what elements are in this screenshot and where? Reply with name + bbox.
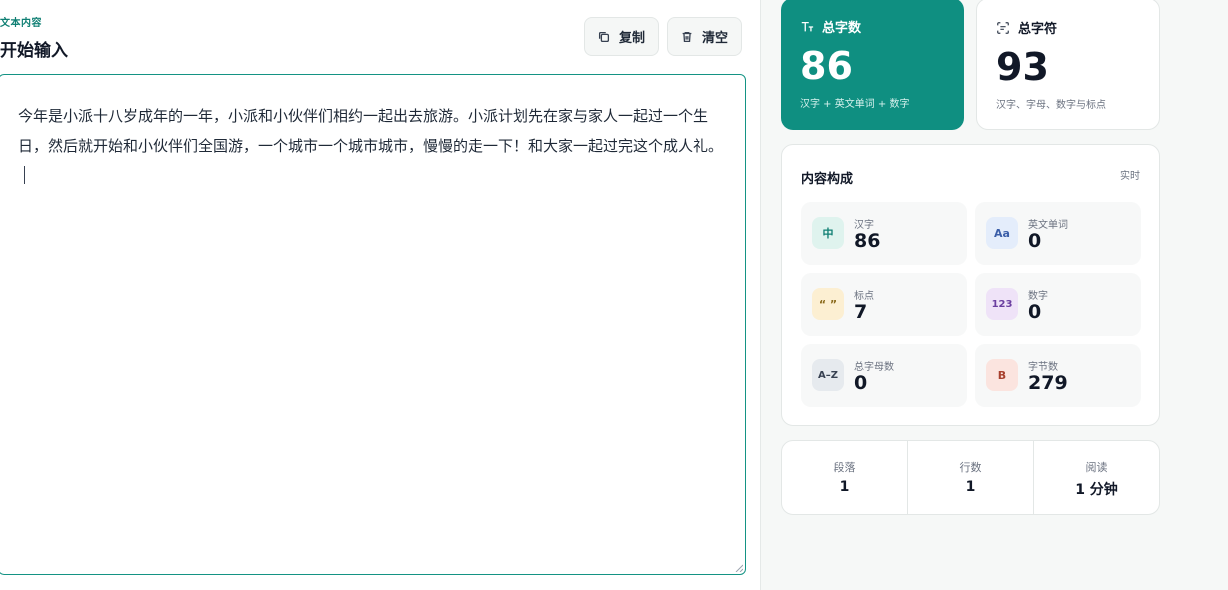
total-chars-header: 总字符: [996, 18, 1057, 37]
editor-text: 今年是小派十八岁成年的一年，小派和小伙伴们相约一起出去旅游。小派计划先在家与家人…: [18, 107, 724, 155]
total-words-header: 总字数: [800, 17, 861, 36]
punctuation-value: 7: [854, 301, 868, 323]
copy-button[interactable]: 复制: [584, 17, 659, 56]
stat-tile-hanzi: 中 汉字 86: [801, 202, 967, 265]
lines-label: 行数: [959, 461, 982, 474]
realtime-tag: 实时: [1120, 171, 1140, 182]
text-size-icon: [801, 21, 814, 31]
summary-lines: 行数 1: [908, 441, 1034, 514]
copy-button-label: 复制: [619, 31, 646, 46]
hanzi-icon: 中: [812, 217, 844, 249]
composition-card: 内容构成 实时 中 汉字 86 Aa 英文单词 0 “ ” 标点 7 123 数…: [781, 144, 1160, 426]
hanzi-value: 86: [854, 230, 881, 252]
reading-time-value: 1 分钟: [1075, 482, 1118, 498]
numbers-label: 数字: [1028, 291, 1048, 302]
text-input-area[interactable]: 今年是小派十八岁成年的一年，小派和小伙伴们相约一起出去旅游。小派计划先在家与家人…: [0, 74, 746, 575]
editor-pane: 文本内容 开始输入 复制 清空 今年是小派十八岁成年的一年，小派和小伙伴们相约一…: [0, 0, 760, 590]
paragraphs-label: 段落: [833, 461, 856, 474]
scan-text-icon: [997, 21, 1009, 34]
stat-tile-numbers: 123 数字 0: [975, 273, 1141, 336]
bytes-label: 字节数: [1028, 362, 1058, 373]
copy-icon: [598, 31, 610, 42]
clear-button-label: 清空: [702, 31, 729, 46]
letters-value: 0: [854, 372, 868, 394]
section-eyebrow: 文本内容: [0, 18, 42, 29]
english-words-icon: Aa: [986, 217, 1018, 249]
total-words-value: 86: [800, 44, 853, 88]
composition-title: 内容构成: [801, 172, 854, 187]
english-words-value: 0: [1028, 230, 1042, 252]
summary-reading-time: 阅读 1 分钟: [1034, 441, 1159, 514]
summary-bar: 段落 1 行数 1 阅读 1 分钟: [781, 440, 1160, 515]
reading-time-label: 阅读: [1085, 461, 1108, 474]
quote-marks-icon: “ ”: [812, 288, 844, 320]
alphabet-icon: A–Z: [812, 359, 844, 391]
numbers-value: 0: [1028, 301, 1042, 323]
stat-tile-bytes: B 字节数 279: [975, 344, 1141, 407]
numbers-icon: 123: [986, 288, 1018, 320]
stat-tile-english-words: Aa 英文单词 0: [975, 202, 1141, 265]
total-words-card: 总字数 86 汉字 + 英文单词 + 数字: [781, 0, 964, 130]
total-chars-card: 总字符 93 汉字、字母、数字与标点: [976, 0, 1160, 130]
punctuation-label: 标点: [854, 291, 874, 302]
total-chars-label: 总字符: [1018, 22, 1058, 37]
bytes-value: 279: [1028, 372, 1068, 394]
stats-pane: 总字数 86 汉字 + 英文单词 + 数字 总字符 93 汉字、字母、数字与标点…: [761, 0, 1228, 590]
summary-paragraphs: 段落 1: [782, 441, 908, 514]
stat-tile-letters: A–Z 总字母数 0: [801, 344, 967, 407]
lines-value: 1: [965, 479, 976, 495]
resize-handle-icon[interactable]: [735, 564, 743, 572]
page-title: 开始输入: [0, 41, 68, 61]
stat-tile-punctuation: “ ” 标点 7: [801, 273, 967, 336]
letters-label: 总字母数: [854, 362, 894, 373]
bytes-icon: B: [986, 359, 1018, 391]
total-chars-value: 93: [996, 45, 1049, 89]
hanzi-label: 汉字: [854, 220, 874, 231]
trash-icon: [682, 31, 692, 42]
total-words-label: 总字数: [822, 21, 862, 36]
total-words-sub: 汉字 + 英文单词 + 数字: [800, 99, 910, 110]
clear-button[interactable]: 清空: [667, 17, 742, 56]
english-words-label: 英文单词: [1028, 220, 1068, 231]
paragraphs-value: 1: [839, 479, 850, 495]
total-chars-sub: 汉字、字母、数字与标点: [996, 100, 1106, 111]
text-caret: [24, 166, 25, 184]
